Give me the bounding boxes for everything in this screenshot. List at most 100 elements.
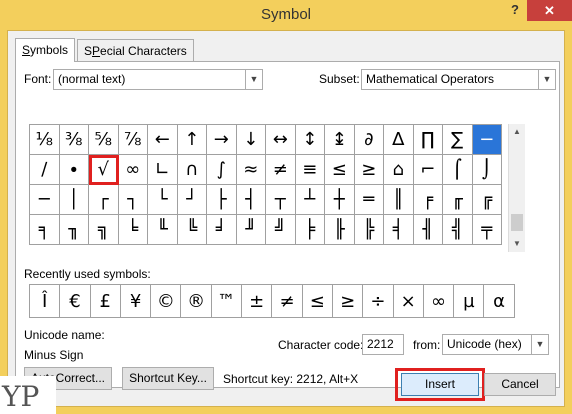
- symbol-cell[interactable]: ┐: [118, 185, 148, 215]
- symbol-cell[interactable]: ─: [30, 185, 60, 215]
- symbol-cell[interactable]: ↑: [177, 125, 207, 155]
- symbol-cell[interactable]: ∑: [443, 125, 473, 155]
- symbol-cell[interactable]: ≥: [354, 155, 384, 185]
- recent-symbol-cell[interactable]: ™: [211, 285, 243, 318]
- symbol-cell[interactable]: ∩: [177, 155, 207, 185]
- font-select[interactable]: (normal text) ▼: [53, 69, 263, 90]
- symbol-cell[interactable]: √: [89, 155, 119, 185]
- symbol-cell[interactable]: ←: [148, 125, 178, 155]
- symbol-cell[interactable]: →: [207, 125, 237, 155]
- scroll-up-icon[interactable]: ▲: [509, 124, 525, 140]
- scroll-down-icon[interactable]: ▼: [509, 236, 525, 252]
- symbol-cell[interactable]: ┴: [295, 185, 325, 215]
- recent-symbol-cell[interactable]: ≠: [272, 285, 303, 318]
- subset-select[interactable]: Mathematical Operators ▼: [361, 69, 556, 90]
- symbol-cell[interactable]: ╛: [207, 215, 237, 245]
- tab-special-characters[interactable]: SPecial Characters: [77, 39, 194, 61]
- symbol-cell[interactable]: ╢: [413, 215, 443, 245]
- symbol-cell[interactable]: ⅛: [30, 125, 60, 155]
- symbol-cell[interactable]: ╞: [295, 215, 325, 245]
- recent-symbol-cell[interactable]: ÷: [363, 285, 394, 318]
- symbol-cell[interactable]: ≤: [325, 155, 355, 185]
- recent-symbol-cell[interactable]: ≤: [302, 285, 333, 318]
- symbol-cell[interactable]: ↔: [266, 125, 296, 155]
- symbol-cell[interactable]: ╜: [236, 215, 266, 245]
- symbol-cell[interactable]: ⅜: [59, 125, 89, 155]
- from-select[interactable]: Unicode (hex) ▼: [442, 334, 549, 355]
- symbol-cell[interactable]: ┬: [266, 185, 296, 215]
- font-select-value: (normal text): [58, 72, 126, 86]
- symbol-cell[interactable]: ╙: [148, 215, 178, 245]
- symbol-cell[interactable]: ┘: [177, 185, 207, 215]
- symbol-cell[interactable]: ╓: [443, 185, 473, 215]
- symbol-cell[interactable]: ∂: [354, 125, 384, 155]
- symbol-cell[interactable]: ╗: [89, 215, 119, 245]
- symbol-cell[interactable]: ╝: [266, 215, 296, 245]
- recent-symbol-cell[interactable]: Î: [30, 285, 61, 318]
- symbol-cell[interactable]: └: [148, 185, 178, 215]
- symbol-cell[interactable]: ∏: [413, 125, 443, 155]
- symbol-cell[interactable]: ≡: [295, 155, 325, 185]
- recent-symbol-cell[interactable]: α: [484, 285, 515, 318]
- symbol-cell[interactable]: ║: [384, 185, 414, 215]
- symbol-cell[interactable]: ⅝: [89, 125, 119, 155]
- symbol-cell[interactable]: ┤: [236, 185, 266, 215]
- tab-symbols-label: ymbols: [30, 43, 69, 57]
- symbol-cell[interactable]: ╘: [118, 215, 148, 245]
- recent-symbol-cell[interactable]: €: [60, 285, 91, 318]
- recent-symbol-cell[interactable]: µ: [454, 285, 485, 318]
- symbol-cell[interactable]: ⌐: [413, 155, 443, 185]
- symbol-cell[interactable]: ╕: [30, 215, 60, 245]
- symbol-cell[interactable]: ↕: [295, 125, 325, 155]
- symbol-cell[interactable]: ∟: [148, 155, 178, 185]
- symbol-cell[interactable]: ⌠: [443, 155, 473, 185]
- symbol-cell[interactable]: ∞: [118, 155, 148, 185]
- symbol-cell[interactable]: ╒: [413, 185, 443, 215]
- symbol-cell[interactable]: ╔: [472, 185, 502, 215]
- symbol-cell[interactable]: ╣: [443, 215, 473, 245]
- character-code-input[interactable]: 2212: [362, 334, 404, 355]
- subset-label: Subset:: [319, 72, 360, 86]
- recent-symbol-cell[interactable]: ©: [151, 285, 182, 318]
- scroll-thumb[interactable]: [511, 214, 523, 231]
- symbol-cell[interactable]: ⅞: [118, 125, 148, 155]
- recent-symbol-cell[interactable]: ±: [242, 285, 273, 318]
- symbol-cell[interactable]: ╖: [59, 215, 89, 245]
- symbol-cell[interactable]: ≈: [236, 155, 266, 185]
- symbol-cell[interactable]: ∆: [384, 125, 414, 155]
- recent-symbol-cell[interactable]: ×: [393, 285, 424, 318]
- symbol-grid-scrollbar[interactable]: ▲ ▼: [508, 124, 525, 252]
- symbol-cell[interactable]: ╚: [177, 215, 207, 245]
- tab-symbols[interactable]: Symbols: [15, 38, 76, 62]
- font-label: Font:: [24, 72, 52, 86]
- cancel-button[interactable]: Cancel: [484, 373, 556, 396]
- recent-symbol-cell[interactable]: ¥: [120, 285, 152, 318]
- symbol-cell[interactable]: ╟: [325, 215, 355, 245]
- symbol-cell[interactable]: │: [59, 185, 89, 215]
- symbol-cell[interactable]: ⌡: [472, 155, 502, 185]
- close-button[interactable]: ✕: [527, 0, 572, 21]
- symbol-cell[interactable]: ↓: [236, 125, 266, 155]
- symbol-cell[interactable]: ┼: [325, 185, 355, 215]
- symbol-cell[interactable]: ≠: [266, 155, 296, 185]
- symbol-cell[interactable]: ∫: [207, 155, 237, 185]
- symbol-cell[interactable]: ├: [207, 185, 237, 215]
- shortcut-key-button[interactable]: Shortcut Key...: [122, 367, 214, 390]
- recent-symbol-cell[interactable]: £: [90, 285, 121, 318]
- recent-symbol-cell[interactable]: ∞: [423, 285, 455, 318]
- dialog-title: Symbol: [260, 6, 312, 23]
- symbol-cell[interactable]: ⌂: [384, 155, 414, 185]
- symbol-cell[interactable]: ┌: [89, 185, 119, 215]
- symbol-dialog: Symbol ? ✕ Symbols SPecial Characters Fo…: [0, 0, 572, 414]
- symbol-cell[interactable]: ═: [354, 185, 384, 215]
- symbol-cell[interactable]: ╡: [384, 215, 414, 245]
- symbol-cell[interactable]: ∕: [30, 155, 60, 185]
- symbol-cell[interactable]: ╤: [472, 215, 502, 245]
- help-icon[interactable]: ?: [506, 2, 524, 22]
- symbol-cell[interactable]: ∙: [59, 155, 89, 185]
- recent-symbol-cell[interactable]: ®: [181, 285, 212, 318]
- symbol-cell[interactable]: ╠: [354, 215, 384, 245]
- symbol-cell[interactable]: −: [472, 125, 502, 155]
- symbol-cell[interactable]: ↨: [325, 125, 355, 155]
- recent-symbol-cell[interactable]: ≥: [332, 285, 364, 318]
